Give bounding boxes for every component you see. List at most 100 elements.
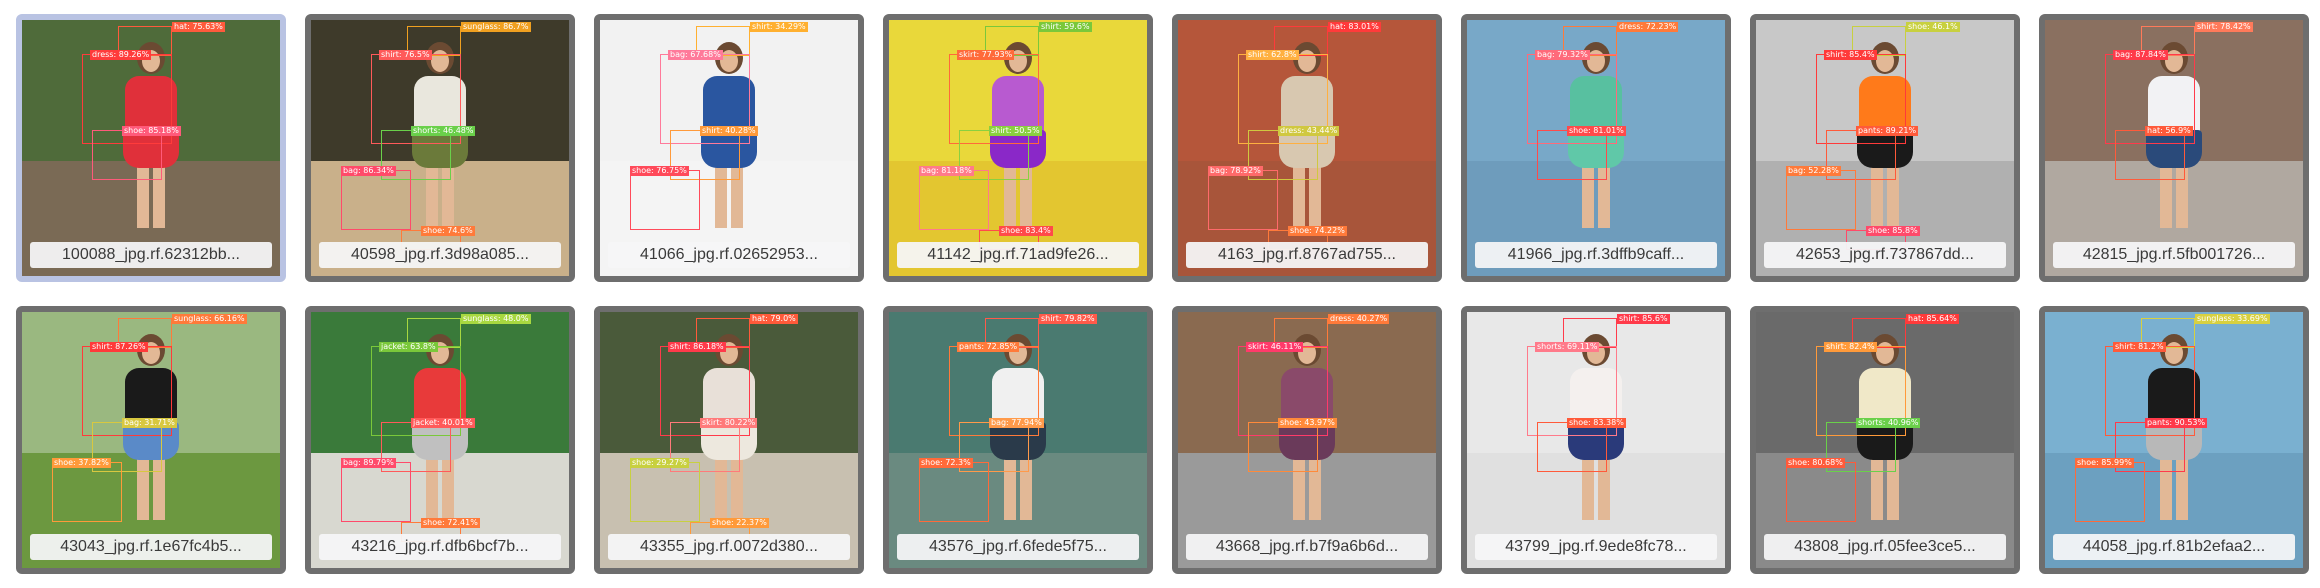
detection-label: shirt: 34.29% <box>750 22 808 32</box>
filename-caption: 42815_jpg.rf.5fb001726... <box>2053 242 2295 268</box>
detection-box <box>52 462 122 522</box>
detection-label: shoe: 43.97% <box>1278 418 1337 428</box>
filename-caption: 43043_jpg.rf.1e67fc4b5... <box>30 534 272 560</box>
filename-caption: 100088_jpg.rf.62312bb... <box>30 242 272 268</box>
detection-label: shorts: 69.11% <box>1535 342 1600 352</box>
detection-label: shoe: 76.75% <box>630 166 689 176</box>
filename-caption: 41142_jpg.rf.71ad9fe26... <box>897 242 1139 268</box>
gallery-card[interactable]: shirt: 34.29% bag: 67.68% shirt: 40.28% sho… <box>594 14 864 282</box>
detection-box <box>1537 130 1607 180</box>
filename-caption: 43808_jpg.rf.05fee3ce5... <box>1764 534 2006 560</box>
detection-label: shirt: 82.4% <box>1824 342 1877 352</box>
detection-box <box>2115 130 2185 180</box>
detection-label: shirt: 85.4% <box>1824 50 1877 60</box>
gallery-card[interactable]: sunglass: 86.7% shirt: 76.5% shorts: 46.48… <box>305 14 575 282</box>
detection-label: dress: 43.44% <box>1278 126 1340 136</box>
detection-label: bag: 86.34% <box>341 166 396 176</box>
detection-box <box>2075 462 2145 522</box>
detection-label: shoe: 83.38% <box>1567 418 1626 428</box>
thumbnail-image: shirt: 34.29% bag: 67.68% shirt: 40.28% sho… <box>600 20 858 276</box>
detection-label: shirt: 59.6% <box>1039 22 1092 32</box>
gallery-card[interactable]: hat: 85.64% shirt: 82.4% shorts: 40.96% sho… <box>1750 306 2020 574</box>
detection-label: pants: 89.21% <box>1856 126 1919 136</box>
thumbnail-image: shirt: 59.6% skirt: 77.93% shirt: 50.5% bag… <box>889 20 1147 276</box>
detection-label: shoe: 81.01% <box>1567 126 1626 136</box>
detection-label: pants: 72.85% <box>957 342 1020 352</box>
detection-label: sunglass: 86.7% <box>461 22 531 32</box>
gallery-card[interactable]: hat: 79.0% shirt: 86.18% skirt: 80.22% shoe… <box>594 306 864 574</box>
detection-label: shirt: 76.5% <box>379 50 432 60</box>
detection-label: sunglass: 33.69% <box>2195 314 2270 324</box>
detection-label: bag: 78.92% <box>1208 166 1263 176</box>
detection-label: shoe: 80.68% <box>1786 458 1845 468</box>
detection-label: pants: 90.53% <box>2145 418 2208 428</box>
detection-label: shoe: 29.27% <box>630 458 689 468</box>
detection-label: shirt: 86.18% <box>668 342 726 352</box>
detection-label: shorts: 40.96% <box>1856 418 1921 428</box>
thumbnail-image: dress: 40.27% skirt: 46.11% shoe: 43.97% <box>1178 312 1436 568</box>
filename-caption: 43355_jpg.rf.0072d380... <box>608 534 850 560</box>
filename-caption: 40598_jpg.rf.3d98a085... <box>319 242 561 268</box>
detection-label: bag: 31.71% <box>122 418 177 428</box>
gallery-card[interactable]: shoe: 46.1% shirt: 85.4% pants: 89.21% bag:… <box>1750 14 2020 282</box>
detection-label: hat: 79.0% <box>750 314 798 324</box>
gallery-card[interactable]: shirt: 79.82% pants: 72.85% bag: 77.94% sho… <box>883 306 1153 574</box>
detection-box <box>341 462 411 522</box>
gallery-card[interactable]: dress: 40.27% skirt: 46.11% shoe: 43.97% 43… <box>1172 306 1442 574</box>
detection-label: shorts: 46.48% <box>411 126 476 136</box>
detection-label: skirt: 80.22% <box>700 418 758 428</box>
thumbnail-image: hat: 83.01% shirt: 62.8% dress: 43.44% bag:… <box>1178 20 1436 276</box>
detection-label: skirt: 46.11% <box>1246 342 1304 352</box>
detection-label: shoe: 85.8% <box>1866 226 1920 236</box>
detection-label: shoe: 72.41% <box>421 518 480 528</box>
gallery-card[interactable]: shirt: 59.6% skirt: 77.93% shirt: 50.5% bag… <box>883 14 1153 282</box>
detection-box <box>919 462 989 522</box>
image-gallery-grid: hat: 75.63% dress: 89.26% shoe: 85.18% 1000… <box>0 0 2320 588</box>
gallery-card[interactable]: shirt: 78.42% bag: 87.84% hat: 56.9% 42815_… <box>2039 14 2309 282</box>
detection-label: hat: 56.9% <box>2145 126 2193 136</box>
detection-label: shirt: 78.42% <box>2195 22 2253 32</box>
detection-label: skirt: 77.93% <box>957 50 1015 60</box>
gallery-card[interactable]: sunglass: 66.16% shirt: 87.26% bag: 31.71%… <box>16 306 286 574</box>
detection-box <box>1786 462 1856 522</box>
detection-label: jacket: 40.01% <box>411 418 475 428</box>
detection-label: bag: 52.28% <box>1786 166 1841 176</box>
detection-box <box>92 130 162 180</box>
detection-label: bag: 81.18% <box>919 166 974 176</box>
detection-label: shirt: 62.8% <box>1246 50 1299 60</box>
gallery-card[interactable]: hat: 83.01% shirt: 62.8% dress: 43.44% bag:… <box>1172 14 1442 282</box>
gallery-card[interactable]: sunglass: 33.69% shirt: 81.2% pants: 90.53… <box>2039 306 2309 574</box>
thumbnail-image: sunglass: 48.0% jacket: 63.8% jacket: 40.0… <box>311 312 569 568</box>
filename-caption: 43576_jpg.rf.6fede5f75... <box>897 534 1139 560</box>
detection-label: dress: 72.23% <box>1617 22 1679 32</box>
gallery-card[interactable]: shirt: 85.6% shorts: 69.11% shoe: 83.38% 43… <box>1461 306 1731 574</box>
detection-label: dress: 89.26% <box>90 50 152 60</box>
detection-label: hat: 83.01% <box>1328 22 1381 32</box>
detection-label: shoe: 85.99% <box>2075 458 2134 468</box>
detection-label: sunglass: 66.16% <box>172 314 247 324</box>
filename-caption: 43799_jpg.rf.9ede8fc78... <box>1475 534 1717 560</box>
filename-caption: 4163_jpg.rf.8767ad755... <box>1186 242 1428 268</box>
detection-label: bag: 89.79% <box>341 458 396 468</box>
thumbnail-image: shirt: 85.6% shorts: 69.11% shoe: 83.38% <box>1467 312 1725 568</box>
thumbnail-image: hat: 75.63% dress: 89.26% shoe: 85.18% <box>22 20 280 276</box>
detection-label: shoe: 85.18% <box>122 126 181 136</box>
thumbnail-image: shirt: 78.42% bag: 87.84% hat: 56.9% <box>2045 20 2303 276</box>
detection-label: shoe: 83.4% <box>999 226 1053 236</box>
detection-label: shoe: 46.1% <box>1906 22 1960 32</box>
filename-caption: 44058_jpg.rf.81b2efaa2... <box>2053 534 2295 560</box>
gallery-card[interactable]: dress: 72.23% bag: 79.32% shoe: 81.01% 4196… <box>1461 14 1731 282</box>
filename-caption: 43216_jpg.rf.dfb6bcf7b... <box>319 534 561 560</box>
detection-box <box>1537 422 1607 472</box>
detection-label: shirt: 40.28% <box>700 126 758 136</box>
gallery-card[interactable]: sunglass: 48.0% jacket: 63.8% jacket: 40.0… <box>305 306 575 574</box>
thumbnail-image: sunglass: 86.7% shirt: 76.5% shorts: 46.48… <box>311 20 569 276</box>
detection-label: shoe: 72.3% <box>919 458 973 468</box>
gallery-card[interactable]: hat: 75.63% dress: 89.26% shoe: 85.18% 1000… <box>16 14 286 282</box>
detection-label: bag: 77.94% <box>989 418 1044 428</box>
detection-label: bag: 79.32% <box>1535 50 1590 60</box>
detection-box <box>341 170 411 230</box>
filename-caption: 41966_jpg.rf.3dffb9caff... <box>1475 242 1717 268</box>
detection-label: bag: 67.68% <box>668 50 723 60</box>
detection-label: shirt: 85.6% <box>1617 314 1670 324</box>
